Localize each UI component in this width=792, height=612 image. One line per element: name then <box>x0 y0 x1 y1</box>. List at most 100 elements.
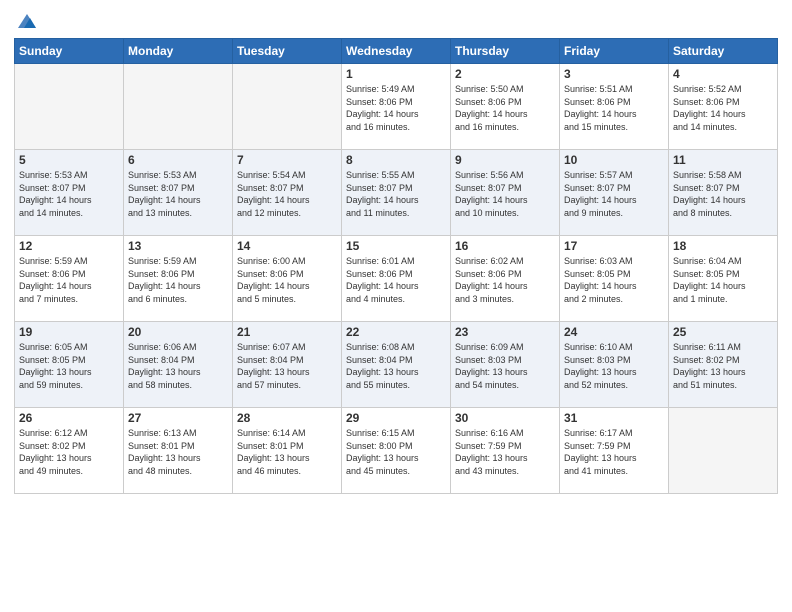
day-cell: 3Sunrise: 5:51 AM Sunset: 8:06 PM Daylig… <box>560 64 669 150</box>
day-cell: 20 Sunrise: 6:06 AM Sunset: 8:04 PM Dayli… <box>124 322 233 408</box>
day-cell <box>15 64 124 150</box>
day-number: 21 <box>237 325 337 339</box>
day-cell: 31 Sunrise: 6:17 AM Sunset: 7:59 PM Dayli… <box>560 408 669 494</box>
day-number: 28 <box>237 411 337 425</box>
day-info: Sunrise: 6:03 AM Sunset: 8:05 PM Dayligh… <box>564 255 664 305</box>
day-number: 31 <box>564 411 664 425</box>
day-cell: 14 Sunrise: 6:00 AM Sunset: 8:06 PM Dayli… <box>233 236 342 322</box>
day-number: 30 <box>455 411 555 425</box>
day-info: Sunrise: 6:04 AM Sunset: 8:05 PM Dayligh… <box>673 255 773 305</box>
day-info: Sunrise: 5:56 AM Sunset: 8:07 PM Dayligh… <box>455 169 555 219</box>
weekday-sunday: Sunday <box>15 39 124 64</box>
day-info: Sunrise: 6:10 AM Sunset: 8:03 PM Dayligh… <box>564 341 664 391</box>
day-cell <box>124 64 233 150</box>
day-cell: 26 Sunrise: 6:12 AM Sunset: 8:02 PM Dayli… <box>15 408 124 494</box>
day-info: Sunrise: 5:53 AM Sunset: 8:07 PM Dayligh… <box>19 169 119 219</box>
day-cell: 15 Sunrise: 6:01 AM Sunset: 8:06 PM Dayli… <box>342 236 451 322</box>
logo-icon <box>16 10 38 32</box>
day-cell: 28 Sunrise: 6:14 AM Sunset: 8:01 PM Dayli… <box>233 408 342 494</box>
day-cell: 8Sunrise: 5:55 AM Sunset: 8:07 PM Daylig… <box>342 150 451 236</box>
weekday-thursday: Thursday <box>451 39 560 64</box>
day-info: Sunrise: 6:05 AM Sunset: 8:05 PM Dayligh… <box>19 341 119 391</box>
day-cell: 1Sunrise: 5:49 AM Sunset: 8:06 PM Daylig… <box>342 64 451 150</box>
day-number: 14 <box>237 239 337 253</box>
day-number: 9 <box>455 153 555 167</box>
day-info: Sunrise: 6:06 AM Sunset: 8:04 PM Dayligh… <box>128 341 228 391</box>
day-cell <box>669 408 778 494</box>
day-cell: 2Sunrise: 5:50 AM Sunset: 8:06 PM Daylig… <box>451 64 560 150</box>
day-info: Sunrise: 6:12 AM Sunset: 8:02 PM Dayligh… <box>19 427 119 477</box>
day-info: Sunrise: 6:07 AM Sunset: 8:04 PM Dayligh… <box>237 341 337 391</box>
day-number: 20 <box>128 325 228 339</box>
day-info: Sunrise: 6:01 AM Sunset: 8:06 PM Dayligh… <box>346 255 446 305</box>
day-info: Sunrise: 5:52 AM Sunset: 8:06 PM Dayligh… <box>673 83 773 133</box>
day-cell: 5 Sunrise: 5:53 AM Sunset: 8:07 PM Daylig… <box>15 150 124 236</box>
calendar-table: SundayMondayTuesdayWednesdayThursdayFrid… <box>14 38 778 494</box>
day-number: 26 <box>19 411 119 425</box>
day-number: 4 <box>673 67 773 81</box>
day-info: Sunrise: 5:55 AM Sunset: 8:07 PM Dayligh… <box>346 169 446 219</box>
day-info: Sunrise: 6:09 AM Sunset: 8:03 PM Dayligh… <box>455 341 555 391</box>
day-info: Sunrise: 6:16 AM Sunset: 7:59 PM Dayligh… <box>455 427 555 477</box>
day-cell: 7 Sunrise: 5:54 AM Sunset: 8:07 PM Daylig… <box>233 150 342 236</box>
day-cell: 22 Sunrise: 6:08 AM Sunset: 8:04 PM Dayli… <box>342 322 451 408</box>
day-cell: 6 Sunrise: 5:53 AM Sunset: 8:07 PM Daylig… <box>124 150 233 236</box>
day-cell: 18 Sunrise: 6:04 AM Sunset: 8:05 PM Dayli… <box>669 236 778 322</box>
weekday-monday: Monday <box>124 39 233 64</box>
day-info: Sunrise: 5:59 AM Sunset: 8:06 PM Dayligh… <box>19 255 119 305</box>
day-info: Sunrise: 6:13 AM Sunset: 8:01 PM Dayligh… <box>128 427 228 477</box>
day-cell: 30 Sunrise: 6:16 AM Sunset: 7:59 PM Dayli… <box>451 408 560 494</box>
day-number: 15 <box>346 239 446 253</box>
day-number: 17 <box>564 239 664 253</box>
day-info: Sunrise: 5:53 AM Sunset: 8:07 PM Dayligh… <box>128 169 228 219</box>
day-info: Sunrise: 6:14 AM Sunset: 8:01 PM Dayligh… <box>237 427 337 477</box>
day-number: 13 <box>128 239 228 253</box>
day-number: 11 <box>673 153 773 167</box>
day-cell: 21 Sunrise: 6:07 AM Sunset: 8:04 PM Dayli… <box>233 322 342 408</box>
weekday-friday: Friday <box>560 39 669 64</box>
day-number: 5 <box>19 153 119 167</box>
day-cell: 25 Sunrise: 6:11 AM Sunset: 8:02 PM Dayli… <box>669 322 778 408</box>
day-cell: 27 Sunrise: 6:13 AM Sunset: 8:01 PM Dayli… <box>124 408 233 494</box>
day-number: 24 <box>564 325 664 339</box>
day-number: 6 <box>128 153 228 167</box>
day-cell: 19 Sunrise: 6:05 AM Sunset: 8:05 PM Dayli… <box>15 322 124 408</box>
day-info: Sunrise: 6:11 AM Sunset: 8:02 PM Dayligh… <box>673 341 773 391</box>
day-number: 7 <box>237 153 337 167</box>
day-number: 25 <box>673 325 773 339</box>
day-info: Sunrise: 5:59 AM Sunset: 8:06 PM Dayligh… <box>128 255 228 305</box>
day-number: 22 <box>346 325 446 339</box>
day-cell: 13 Sunrise: 5:59 AM Sunset: 8:06 PM Dayli… <box>124 236 233 322</box>
day-number: 27 <box>128 411 228 425</box>
day-cell: 23Sunrise: 6:09 AM Sunset: 8:03 PM Dayli… <box>451 322 560 408</box>
week-row-3: 19 Sunrise: 6:05 AM Sunset: 8:05 PM Dayli… <box>15 322 778 408</box>
day-cell: 9 Sunrise: 5:56 AM Sunset: 8:07 PM Daylig… <box>451 150 560 236</box>
day-info: Sunrise: 6:08 AM Sunset: 8:04 PM Dayligh… <box>346 341 446 391</box>
day-cell: 12Sunrise: 5:59 AM Sunset: 8:06 PM Dayli… <box>15 236 124 322</box>
day-info: Sunrise: 6:00 AM Sunset: 8:06 PM Dayligh… <box>237 255 337 305</box>
weekday-wednesday: Wednesday <box>342 39 451 64</box>
day-number: 19 <box>19 325 119 339</box>
day-number: 3 <box>564 67 664 81</box>
day-info: Sunrise: 6:15 AM Sunset: 8:00 PM Dayligh… <box>346 427 446 477</box>
day-cell: 17 Sunrise: 6:03 AM Sunset: 8:05 PM Dayli… <box>560 236 669 322</box>
day-cell: 11 Sunrise: 5:58 AM Sunset: 8:07 PM Dayli… <box>669 150 778 236</box>
day-info: Sunrise: 5:49 AM Sunset: 8:06 PM Dayligh… <box>346 83 446 133</box>
day-number: 29 <box>346 411 446 425</box>
day-info: Sunrise: 5:58 AM Sunset: 8:07 PM Dayligh… <box>673 169 773 219</box>
logo <box>14 10 38 32</box>
day-number: 18 <box>673 239 773 253</box>
day-number: 2 <box>455 67 555 81</box>
day-info: Sunrise: 6:17 AM Sunset: 7:59 PM Dayligh… <box>564 427 664 477</box>
day-cell: 10 Sunrise: 5:57 AM Sunset: 8:07 PM Dayli… <box>560 150 669 236</box>
page: SundayMondayTuesdayWednesdayThursdayFrid… <box>0 0 792 612</box>
day-cell: 16Sunrise: 6:02 AM Sunset: 8:06 PM Dayli… <box>451 236 560 322</box>
day-info: Sunrise: 5:57 AM Sunset: 8:07 PM Dayligh… <box>564 169 664 219</box>
day-info: Sunrise: 5:54 AM Sunset: 8:07 PM Dayligh… <box>237 169 337 219</box>
day-number: 10 <box>564 153 664 167</box>
weekday-saturday: Saturday <box>669 39 778 64</box>
day-cell: 29 Sunrise: 6:15 AM Sunset: 8:00 PM Dayli… <box>342 408 451 494</box>
weekday-tuesday: Tuesday <box>233 39 342 64</box>
weekday-header-row: SundayMondayTuesdayWednesdayThursdayFrid… <box>15 39 778 64</box>
week-row-1: 5 Sunrise: 5:53 AM Sunset: 8:07 PM Daylig… <box>15 150 778 236</box>
